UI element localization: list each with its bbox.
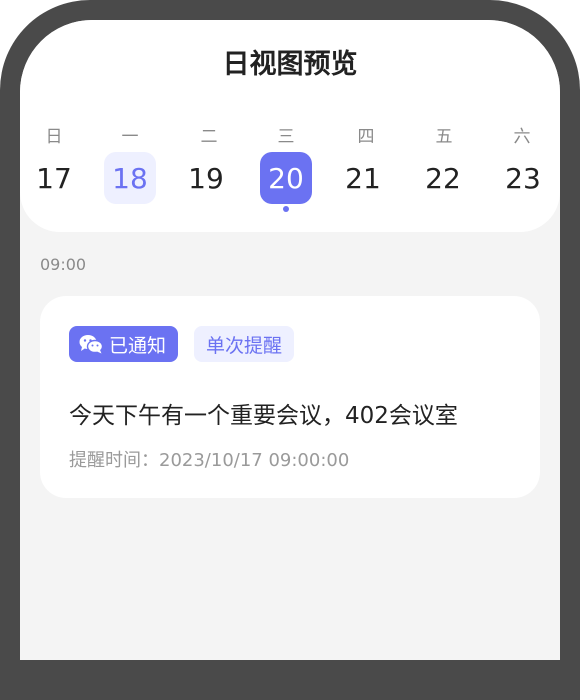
phone-frame: 日视图预览 日 一 二 三 四 五 六 17 18 19 20 21 22 23… — [0, 0, 580, 700]
event-indicator-dot — [283, 206, 289, 212]
weekday-fri: 五 — [435, 127, 453, 147]
weekday-tue: 二 — [200, 127, 218, 147]
weekday-wed: 三 — [277, 127, 295, 147]
notified-badge: 已通知 — [69, 326, 179, 362]
weekday-thu: 四 — [357, 127, 375, 147]
reminder-time-label: 提醒时间： — [69, 450, 159, 471]
wechat-icon — [79, 335, 103, 354]
date-cell-selected[interactable]: 20 — [260, 152, 312, 204]
app-screen: 日视图预览 日 一 二 三 四 五 六 17 18 19 20 21 22 23… — [20, 20, 560, 660]
calendar-header-card: 日视图预览 日 一 二 三 四 五 六 17 18 19 20 21 22 23 — [20, 20, 560, 232]
weekday-sat: 六 — [513, 127, 531, 147]
date-cell[interactable]: 21 — [337, 152, 389, 204]
reminder-time-value: 2023/10/17 09:00:00 — [159, 450, 350, 471]
notified-badge-label: 已通知 — [109, 334, 167, 357]
weekday-mon: 一 — [121, 127, 139, 147]
timeline-time-label: 09:00 — [40, 255, 87, 274]
weekday-sun: 日 — [45, 127, 63, 147]
page-title: 日视图预览 — [222, 49, 358, 80]
reminder-type-badge: 单次提醒 — [194, 326, 295, 362]
date-cell-today[interactable]: 18 — [104, 152, 156, 204]
date-cell[interactable]: 23 — [497, 152, 549, 204]
date-cell[interactable]: 22 — [417, 152, 469, 204]
reminder-card[interactable]: 已通知 单次提醒 今天下午有一个重要会议，402会议室 提醒时间：2023/10… — [40, 296, 540, 498]
date-cell[interactable]: 17 — [28, 152, 80, 204]
reminder-title: 今天下午有一个重要会议，402会议室 — [69, 403, 458, 429]
date-cell[interactable]: 19 — [180, 152, 232, 204]
reminder-time-row: 提醒时间：2023/10/17 09:00:00 — [69, 446, 349, 472]
